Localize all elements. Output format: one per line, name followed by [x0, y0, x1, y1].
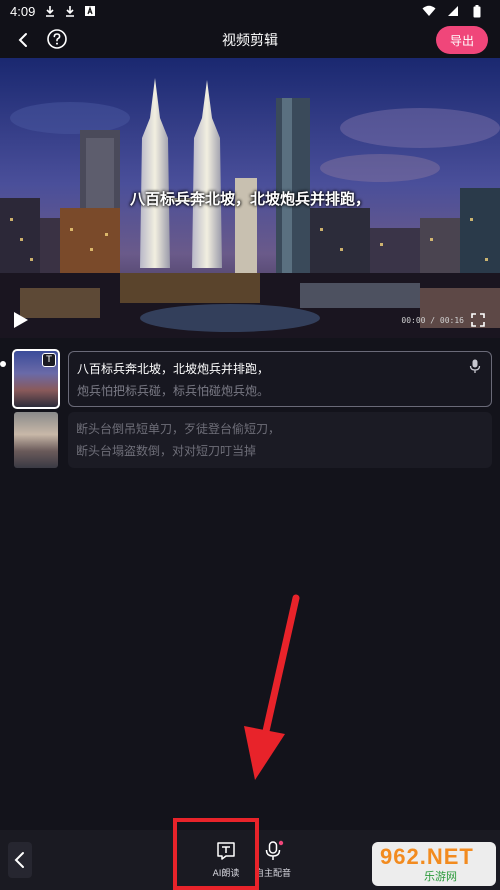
site-watermark: 962.NET 乐游网 — [372, 842, 496, 886]
annotation-arrow — [244, 594, 300, 780]
collapse-back-button[interactable] — [8, 842, 32, 878]
annotation-highlight-box — [173, 818, 259, 890]
mic-icon — [262, 840, 284, 862]
watermark-brand: 962.NET — [380, 844, 474, 869]
chevron-left-icon — [14, 852, 24, 868]
watermark-site: 乐游网 — [424, 870, 457, 883]
